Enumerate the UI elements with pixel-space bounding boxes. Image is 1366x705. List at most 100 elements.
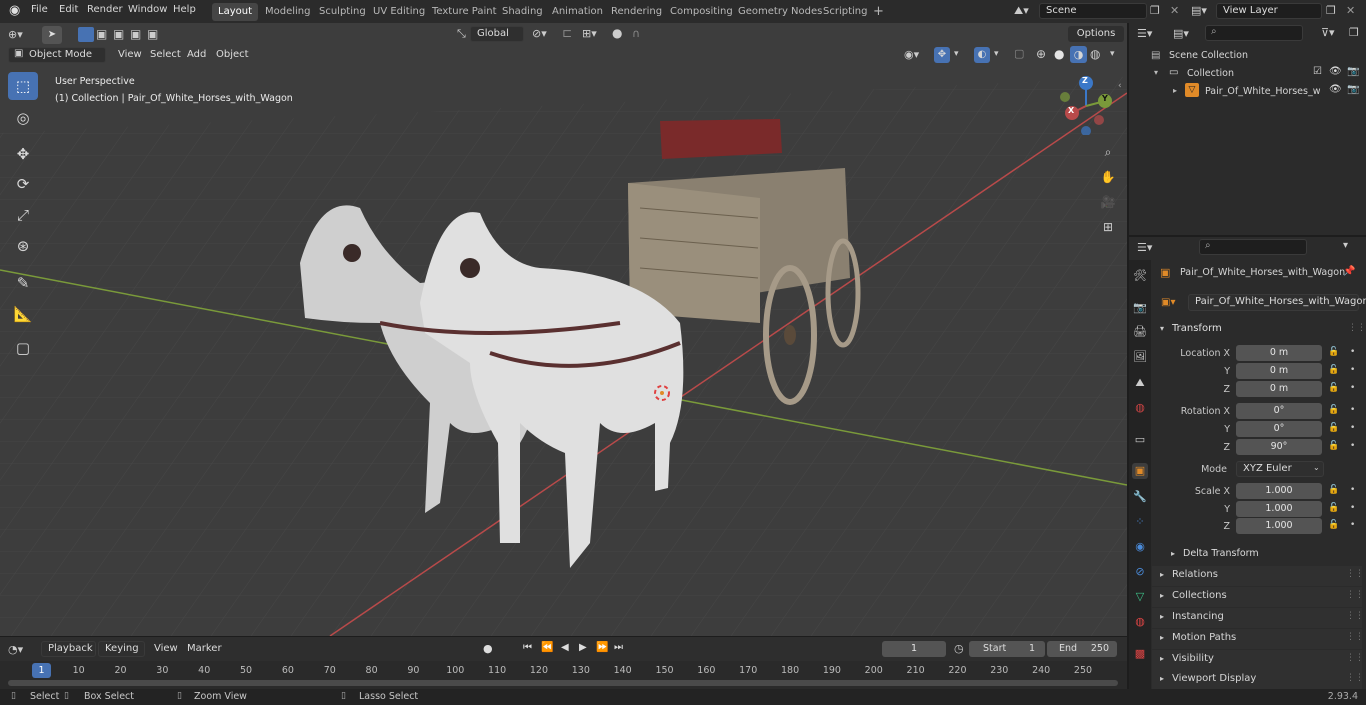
tab-geometry-nodes[interactable]: Geometry Nodes <box>732 3 828 21</box>
tab-modeling[interactable]: Modeling <box>259 3 317 21</box>
section-visibility[interactable]: ▸ Visibility ⋮⋮ <box>1152 650 1364 670</box>
object-label[interactable]: Pair_Of_White_Horses_w <box>1205 86 1321 97</box>
tool-tab-icon[interactable]: 🛠 <box>1132 268 1148 284</box>
scale-x-field[interactable]: 1.000 <box>1236 483 1322 499</box>
navigation-gizmo[interactable]: Z Y X <box>1055 73 1117 136</box>
rotation-y-field[interactable]: 0° <box>1236 421 1322 437</box>
select-mode-extend-icon[interactable]: ▣ <box>96 27 107 41</box>
scene-tab-icon[interactable]: ⛰ <box>1132 375 1148 391</box>
select-mode-subtract-icon[interactable]: ▣ <box>113 27 124 41</box>
record-icon[interactable]: ● <box>483 642 493 655</box>
world-tab-icon[interactable]: ◍ <box>1132 400 1148 416</box>
playhead-marker[interactable]: 1 <box>32 663 51 678</box>
delta-transform-section[interactable]: Delta Transform <box>1183 548 1259 559</box>
overlays-dropdown-icon[interactable]: ▾ <box>994 49 999 59</box>
scene-collection-label[interactable]: Scene Collection <box>1169 50 1248 61</box>
scale-tool[interactable]: ⤢ <box>8 201 38 229</box>
viewport-display-drag-handle-icon[interactable]: ⋮⋮ <box>1346 673 1364 683</box>
move-tool[interactable]: ✥ <box>8 140 38 168</box>
motion-paths-drag-handle-icon[interactable]: ⋮⋮ <box>1346 632 1364 642</box>
proportional-edit-icon[interactable]: ● <box>612 26 622 40</box>
output-tab-icon[interactable]: 🖨 <box>1132 324 1148 340</box>
play-reverse-icon[interactable]: ◀ <box>561 642 569 653</box>
start-frame-field[interactable]: Start 1 <box>969 641 1045 657</box>
viewport-menu-view[interactable]: View <box>118 49 142 60</box>
tab-uv-editing[interactable]: UV Editing <box>367 3 431 21</box>
play-icon[interactable]: ▶ <box>579 642 587 653</box>
outliner-display-mode-icon[interactable]: ▤▾ <box>1173 27 1189 40</box>
rotation-z-keyframe-icon[interactable]: • <box>1350 441 1355 451</box>
scale-y-field[interactable]: 1.000 <box>1236 501 1322 517</box>
select-mode-intersect-icon[interactable]: ▣ <box>147 27 158 41</box>
visibility-icon[interactable]: ◉▾ <box>904 48 919 61</box>
transform-orientation-icon[interactable]: ⤡ <box>457 27 466 41</box>
collection-render-icon[interactable]: 📷 <box>1347 66 1359 77</box>
tab-animation[interactable]: Animation <box>546 3 609 21</box>
object-expand-icon[interactable]: ▸ <box>1173 86 1177 95</box>
timeline-menu-keying[interactable]: Keying <box>98 641 145 657</box>
menu-window[interactable]: Window <box>128 4 167 15</box>
transform-orientation-select[interactable]: Global <box>470 26 524 42</box>
shading-solid-icon[interactable]: ● <box>1054 47 1064 61</box>
xray-toggle-icon[interactable]: ▢ <box>1014 47 1024 60</box>
visibility-drag-handle-icon[interactable]: ⋮⋮ <box>1346 653 1364 663</box>
select-mode-new-icon[interactable] <box>78 27 94 42</box>
view-layer-tab-icon[interactable]: 🖼 <box>1132 349 1148 365</box>
rotation-mode-select[interactable]: XYZ Euler <box>1236 461 1324 477</box>
camera-view-icon[interactable]: 🎥 <box>1097 191 1119 213</box>
current-frame-field[interactable]: 1 <box>882 641 946 657</box>
viewport-menu-object[interactable]: Object <box>216 49 249 60</box>
timeline-menu-view[interactable]: View <box>154 643 178 654</box>
location-x-keyframe-icon[interactable]: • <box>1350 347 1355 357</box>
texture-tab-icon[interactable]: ▩ <box>1132 646 1148 662</box>
particles-tab-icon[interactable]: ⁘ <box>1132 514 1148 530</box>
rotation-z-lock-icon[interactable]: 🔓 <box>1328 441 1339 451</box>
menu-file[interactable]: File <box>31 4 48 15</box>
section-relations[interactable]: ▸ Relations ⋮⋮ <box>1152 566 1364 586</box>
tab-layout[interactable]: Layout <box>212 3 258 21</box>
menu-render[interactable]: Render <box>87 4 123 15</box>
location-y-field[interactable]: 0 m <box>1236 363 1322 379</box>
rotation-x-lock-icon[interactable]: 🔓 <box>1328 405 1339 415</box>
transform-tool[interactable]: ⊛ <box>8 232 38 260</box>
properties-editor-type-icon[interactable]: ☰▾ <box>1137 241 1152 254</box>
scale-x-keyframe-icon[interactable]: • <box>1350 485 1355 495</box>
jump-end-icon[interactable]: ⏭ <box>614 642 623 653</box>
view-layer-icon[interactable]: ▤▾ <box>1191 4 1207 17</box>
zoom-view-icon[interactable]: ⌕ <box>1097 141 1119 163</box>
scene-name-field[interactable]: Scene <box>1039 3 1147 19</box>
tab-shading[interactable]: Shading <box>496 3 549 21</box>
outliner-search-input[interactable] <box>1205 25 1303 41</box>
timeline-menu-playback[interactable]: Playback <box>41 641 96 657</box>
rotation-x-keyframe-icon[interactable]: • <box>1350 405 1355 415</box>
tab-scripting[interactable]: Scripting <box>817 3 873 21</box>
pin-icon[interactable]: 📌 <box>1343 266 1355 277</box>
select-mode-invert-icon[interactable]: ▣ <box>130 27 141 41</box>
rotation-z-field[interactable]: 90° <box>1236 439 1322 455</box>
measure-tool[interactable]: 📐 <box>8 300 38 328</box>
blender-logo-icon[interactable]: ◉ <box>9 3 20 18</box>
shading-dropdown-icon[interactable]: ▾ <box>1110 49 1115 59</box>
jump-next-key-icon[interactable]: ⏩ <box>596 642 608 653</box>
snap-icon[interactable]: ⊏ <box>562 26 572 40</box>
transform-section-title[interactable]: Transform <box>1172 323 1222 334</box>
menu-edit[interactable]: Edit <box>59 4 78 15</box>
render-tab-icon[interactable]: 📷 <box>1132 300 1148 316</box>
collection-expand-icon[interactable]: ▾ <box>1154 68 1158 77</box>
location-z-keyframe-icon[interactable]: • <box>1350 383 1355 393</box>
timeline-menu-marker[interactable]: Marker <box>187 643 222 654</box>
shading-wireframe-icon[interactable]: ⊕ <box>1036 47 1046 61</box>
collections-drag-handle-icon[interactable]: ⋮⋮ <box>1346 590 1364 600</box>
collection-exclude-checkbox[interactable]: ☑ <box>1313 66 1322 77</box>
new-collection-icon[interactable]: ❐ <box>1349 26 1359 39</box>
object-visibility-icon[interactable]: 👁 <box>1329 84 1342 95</box>
overlays-toggle-icon[interactable]: ◐ <box>974 47 990 63</box>
rotation-y-keyframe-icon[interactable]: • <box>1350 423 1355 433</box>
shading-material-icon[interactable]: ◑ <box>1070 46 1087 63</box>
gizmo-toggle-icon[interactable]: ✥ <box>934 47 950 63</box>
outliner-filter-icon[interactable]: ⊽▾ <box>1321 26 1335 39</box>
view-layer-field[interactable]: View Layer <box>1216 3 1322 19</box>
jump-prev-key-icon[interactable]: ⏪ <box>541 642 553 653</box>
cursor-tool[interactable]: ◎ <box>8 104 38 132</box>
location-y-keyframe-icon[interactable]: • <box>1350 365 1355 375</box>
